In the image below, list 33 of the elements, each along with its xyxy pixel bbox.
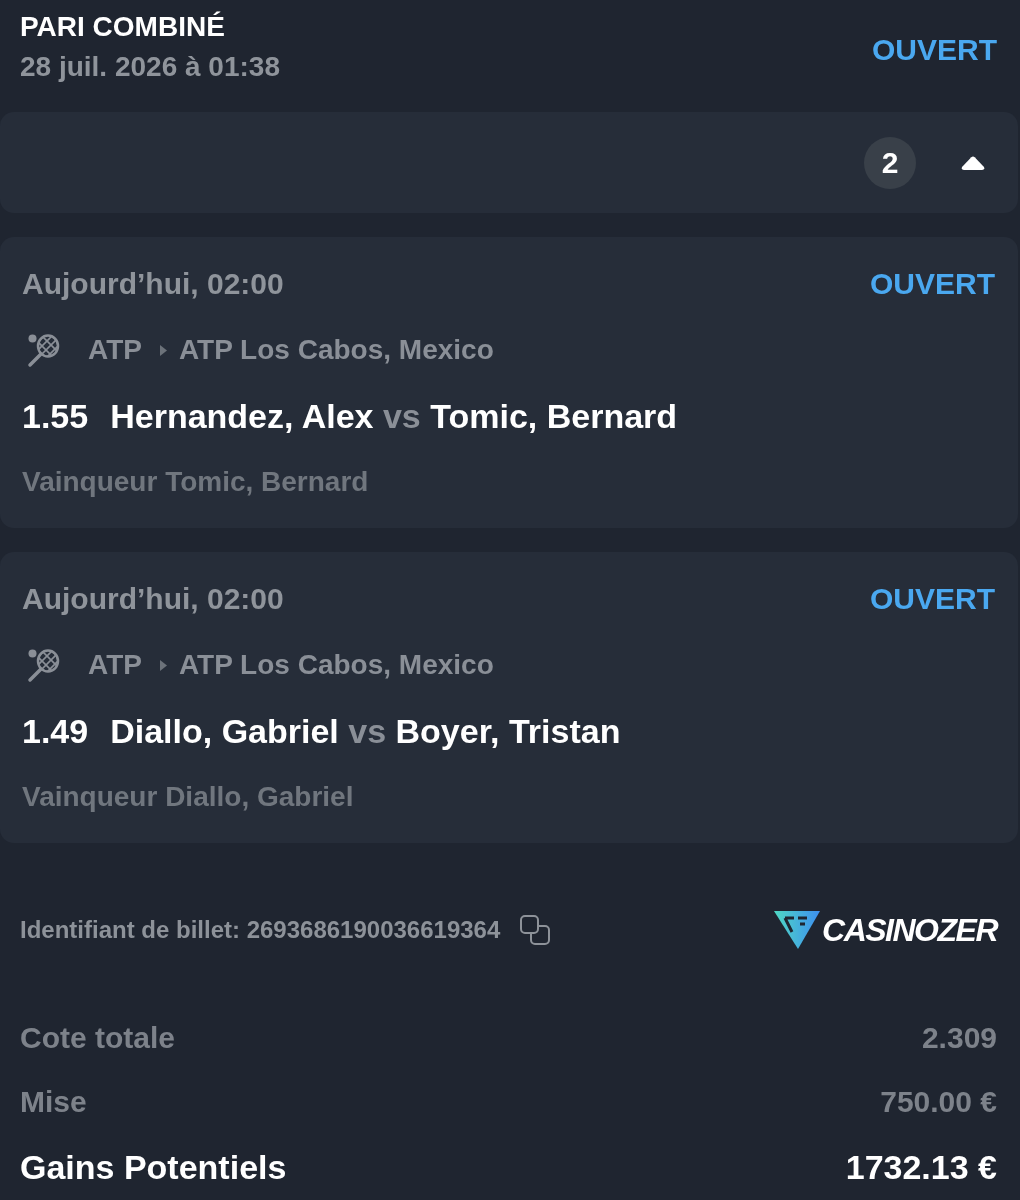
event-time: Aujourd’hui, 02:00 [22, 582, 284, 616]
tennis-racket-icon [26, 332, 62, 368]
caret-icon [159, 344, 167, 356]
status-label: OUVERT [872, 32, 997, 68]
category-label: ATP [88, 334, 142, 366]
status-label: OUVERT [870, 266, 995, 302]
tournament-label: ATP Los Cabos, Mexico [178, 649, 494, 681]
total-label: Gains Potentiels [20, 1147, 287, 1187]
market-label: Vainqueur Tomic, Bernard [22, 466, 369, 498]
total-value: 750.00 € [880, 1085, 997, 1119]
market-label: Vainqueur Diallo, Gabriel [22, 781, 354, 813]
event-time: Aujourd’hui, 02:00 [22, 267, 284, 301]
selection-count: 2 [864, 136, 916, 189]
total-value: 2.309 [921, 1021, 997, 1055]
tournament-label: ATP Los Cabos, Mexico [178, 334, 494, 366]
category-label: ATP [88, 649, 142, 681]
ticket-id: Identifiant de billet: 2693686190036619364 [20, 916, 501, 944]
match-title: Diallo, Gabriel vs Boyer, Tristan [110, 711, 621, 751]
tennis-racket-icon [26, 647, 62, 683]
copy-icon[interactable] [520, 915, 551, 945]
match-title: Hernandez, Alex vs Tomic, Bernard [110, 396, 678, 436]
bet-title: PARI COMBINÉ [20, 10, 226, 44]
total-label: Mise [20, 1085, 87, 1119]
total-label: Cote totale [20, 1021, 175, 1055]
odds-value: 1.49 [22, 711, 89, 751]
status-label: OUVERT [870, 581, 995, 617]
caret-icon [159, 659, 167, 671]
odds-value: 1.55 [22, 396, 89, 436]
caret-icon[interactable] [961, 155, 985, 170]
bet-datetime: 28 juil. 2026 à 01:38 [20, 50, 280, 84]
total-value: 1732.13 € [845, 1147, 997, 1187]
brand-logo-text: CASINOZER [822, 911, 997, 950]
triangle-logo-icon [774, 911, 821, 949]
